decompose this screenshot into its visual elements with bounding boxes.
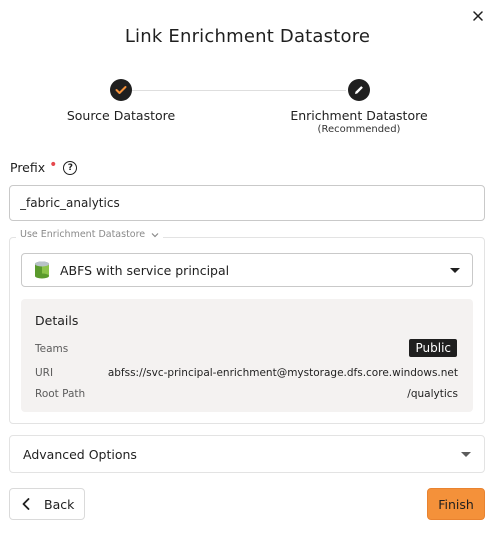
pencil-icon (355, 86, 363, 94)
detail-label-root-path: Root Path (35, 388, 86, 400)
dropdown-caret-icon (450, 267, 460, 273)
chevron-left-icon (22, 498, 30, 510)
advanced-options-label: Advanced Options (23, 446, 137, 462)
back-button-label: Back (44, 496, 75, 512)
teams-badge: Public (409, 339, 457, 357)
close-icon (473, 11, 483, 21)
enrichment-legend-label: Use Enrichment Datastore (20, 229, 146, 240)
detail-label-uri: URI (35, 367, 54, 379)
datastore-details-panel: Details Teams Public URI abfss://svc-pri… (21, 299, 473, 412)
step-source-indicator (110, 79, 132, 101)
detail-label-teams: Teams (35, 343, 69, 355)
detail-value-uri: abfss://svc-principal-enrichment@mystora… (107, 367, 458, 379)
chevron-down-icon (151, 232, 159, 237)
required-indicator: • (49, 156, 58, 173)
expand-caret-icon (461, 451, 471, 457)
dialog-title: Link Enrichment Datastore (124, 26, 371, 47)
check-icon (115, 86, 127, 94)
close-button[interactable] (468, 6, 488, 26)
stepper-connector (132, 90, 346, 91)
detail-value-root-path: /qualytics (407, 388, 458, 400)
step-enrichment-sublabel: (Recommended) (317, 124, 401, 135)
prefix-input[interactable] (9, 185, 485, 221)
use-enrichment-datastore-toggle[interactable]: Use Enrichment Datastore (16, 229, 164, 240)
prefix-label-row: Prefix • ? (10, 156, 78, 175)
step-enrichment-label: Enrichment Datastore (290, 108, 428, 123)
datastore-icon (34, 261, 50, 279)
help-icon[interactable]: ? (63, 160, 78, 175)
finish-button-label: Finish (438, 496, 474, 512)
details-title: Details (35, 313, 79, 328)
back-button[interactable]: Back (9, 488, 85, 520)
selected-datastore: ABFS with service principal (60, 262, 230, 278)
prefix-label: Prefix (10, 160, 46, 175)
enrichment-datastore-select[interactable]: ABFS with service principal (21, 253, 473, 287)
finish-button[interactable]: Finish (427, 488, 485, 520)
step-enrichment-indicator (348, 79, 370, 101)
step-source-label: Source Datastore (66, 108, 176, 123)
advanced-options-accordion[interactable]: Advanced Options (9, 435, 485, 473)
